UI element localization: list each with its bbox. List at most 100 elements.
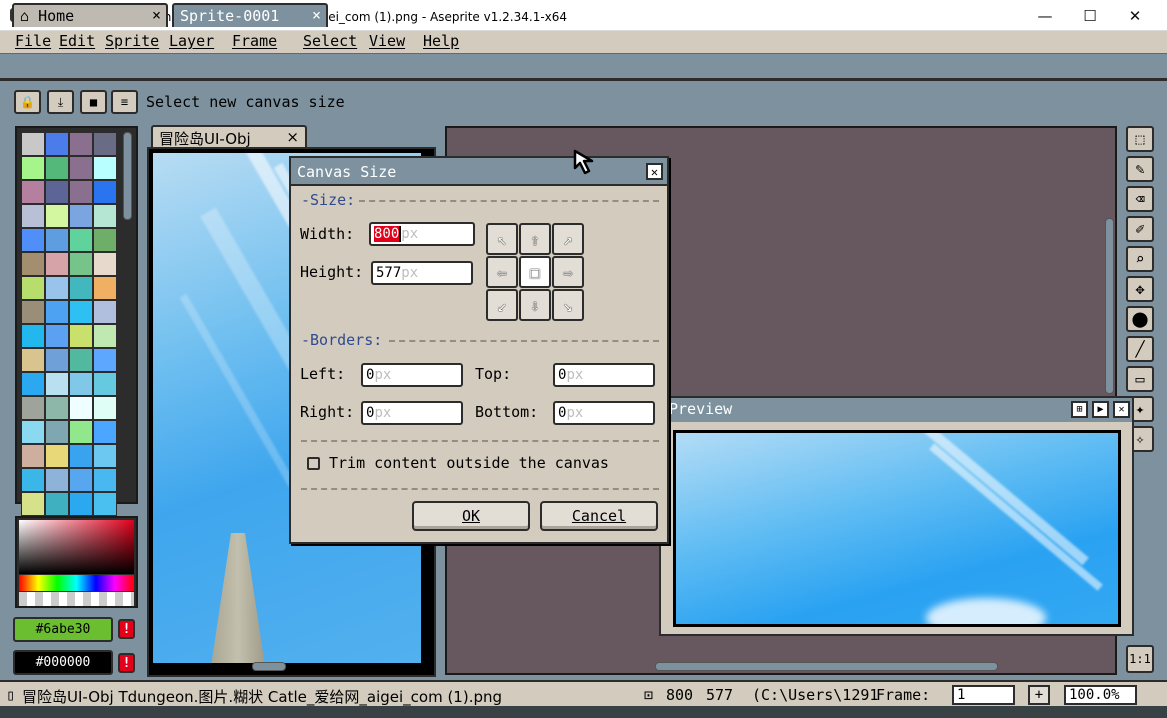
- document-tab-close-icon[interactable]: ×: [286, 128, 299, 146]
- cancel-button[interactable]: Cancel: [540, 501, 658, 531]
- eyedropper-icon[interactable]: ✐: [1126, 216, 1154, 242]
- palette-swatch[interactable]: [45, 420, 69, 444]
- menu-frame[interactable]: Frame: [232, 32, 277, 50]
- palette-swatch[interactable]: [21, 300, 45, 324]
- palette-swatch[interactable]: [93, 132, 117, 156]
- download-icon[interactable]: ⤓: [47, 90, 74, 114]
- palette-swatch[interactable]: [21, 444, 45, 468]
- left-border-field[interactable]: 0px: [361, 363, 463, 387]
- horizontal-scrollbar[interactable]: [655, 662, 998, 671]
- lock-icon[interactable]: 🔒: [14, 90, 41, 114]
- menu-view[interactable]: View: [369, 32, 405, 50]
- menu-file[interactable]: File: [15, 32, 51, 50]
- trim-label[interactable]: Trim content outside the canvas: [329, 454, 609, 472]
- move-icon[interactable]: ✥: [1126, 276, 1154, 302]
- palette-swatch[interactable]: [69, 396, 93, 420]
- palette-swatch[interactable]: [69, 372, 93, 396]
- left-editor-scrollbar[interactable]: [252, 662, 286, 671]
- palette-swatch[interactable]: [21, 396, 45, 420]
- palette-swatch[interactable]: [45, 204, 69, 228]
- palette-swatch[interactable]: [69, 132, 93, 156]
- palette-swatch[interactable]: [93, 348, 117, 372]
- preview-close-icon[interactable]: ✕: [1113, 401, 1130, 418]
- palette-swatch[interactable]: [69, 156, 93, 180]
- palette-swatch[interactable]: [21, 228, 45, 252]
- rectangle-icon[interactable]: ▭: [1126, 366, 1154, 392]
- palette-swatch[interactable]: [45, 180, 69, 204]
- palette-swatch[interactable]: [93, 468, 117, 492]
- palette-swatch[interactable]: [69, 180, 93, 204]
- foreground-color-button[interactable]: #6abe30: [13, 617, 113, 642]
- zoom-1to1-button[interactable]: 1:1: [1126, 645, 1154, 673]
- palette-swatch[interactable]: [45, 396, 69, 420]
- palette-swatch[interactable]: [69, 204, 93, 228]
- palette-swatch[interactable]: [69, 324, 93, 348]
- palette-scrollbar[interactable]: [123, 132, 132, 220]
- palette-swatch[interactable]: [45, 300, 69, 324]
- foreground-warning-icon[interactable]: !: [118, 619, 135, 639]
- tab-home-close-icon[interactable]: ×: [152, 6, 161, 24]
- tab-home[interactable]: ⌂ Home ×: [12, 3, 168, 27]
- width-field[interactable]: 800 px: [369, 222, 475, 246]
- palette-swatch[interactable]: [21, 276, 45, 300]
- menu-help[interactable]: Help: [423, 32, 459, 50]
- palette-swatch[interactable]: [93, 420, 117, 444]
- palette-swatch[interactable]: [93, 372, 117, 396]
- palette-swatch[interactable]: [45, 444, 69, 468]
- palette-swatch[interactable]: [93, 396, 117, 420]
- right-border-field[interactable]: 0px: [361, 401, 463, 425]
- palette-swatch[interactable]: [21, 252, 45, 276]
- palette-swatch[interactable]: [21, 348, 45, 372]
- palette-swatch[interactable]: [45, 228, 69, 252]
- preview-play-icon[interactable]: ▶: [1092, 401, 1109, 418]
- anchor-left-icon[interactable]: ⇦: [486, 256, 518, 288]
- top-border-field[interactable]: 0px: [553, 363, 655, 387]
- anchor-top-left-icon[interactable]: ↖: [486, 223, 518, 255]
- paint-bucket-icon[interactable]: ⬤: [1126, 306, 1154, 332]
- tab-sprite[interactable]: Sprite-0001 ×: [172, 3, 328, 27]
- anchor-top-right-icon[interactable]: ↗: [552, 223, 584, 255]
- hue-slider[interactable]: [19, 575, 134, 591]
- tab-sprite-close-icon[interactable]: ×: [312, 6, 321, 24]
- minimize-button[interactable]: —: [1022, 0, 1068, 31]
- palette-swatch[interactable]: [69, 492, 93, 516]
- palette-swatch[interactable]: [45, 276, 69, 300]
- document-tab[interactable]: 冒险岛UI-Obj ×: [151, 125, 307, 148]
- palette-swatch[interactable]: [69, 252, 93, 276]
- palette-swatch[interactable]: [21, 468, 45, 492]
- palette-swatch[interactable]: [21, 420, 45, 444]
- palette-swatch[interactable]: [93, 252, 117, 276]
- palette-swatch[interactable]: [93, 276, 117, 300]
- palette-swatch[interactable]: [21, 156, 45, 180]
- palette-swatch[interactable]: [93, 300, 117, 324]
- add-frame-button[interactable]: +: [1028, 685, 1050, 705]
- line-icon[interactable]: ╱: [1126, 336, 1154, 362]
- zoom-input[interactable]: 100.0%: [1064, 685, 1137, 705]
- palette-swatch[interactable]: [69, 444, 93, 468]
- palette-swatch[interactable]: [69, 300, 93, 324]
- palette-swatch[interactable]: [93, 324, 117, 348]
- anchor-bottom-left-icon[interactable]: ↙: [486, 289, 518, 321]
- palette-swatch[interactable]: [93, 204, 117, 228]
- anchor-center-icon[interactable]: □: [519, 256, 551, 288]
- palette-swatch[interactable]: [45, 468, 69, 492]
- anchor-top-icon[interactable]: ⇧: [519, 223, 551, 255]
- frame-input[interactable]: 1: [952, 685, 1015, 705]
- menu-icon[interactable]: ≡: [111, 90, 138, 114]
- palette-swatch[interactable]: [21, 132, 45, 156]
- menu-layer[interactable]: Layer: [169, 32, 214, 50]
- palette-swatch[interactable]: [69, 468, 93, 492]
- palette-swatch[interactable]: [21, 324, 45, 348]
- stop-icon[interactable]: ■: [80, 90, 107, 114]
- zoom-icon[interactable]: ⌕: [1126, 246, 1154, 272]
- palette-swatch[interactable]: [21, 180, 45, 204]
- dialog-titlebar[interactable]: Canvas Size ✕: [291, 158, 667, 186]
- palette-swatch[interactable]: [45, 348, 69, 372]
- rectangular-marquee-icon[interactable]: ⬚: [1126, 126, 1154, 152]
- maximize-button[interactable]: ☐: [1067, 0, 1113, 31]
- close-window-button[interactable]: ✕: [1112, 0, 1158, 31]
- palette-swatch[interactable]: [93, 444, 117, 468]
- palette-swatch[interactable]: [45, 372, 69, 396]
- palette-swatch[interactable]: [69, 348, 93, 372]
- anchor-bottom-right-icon[interactable]: ↘: [552, 289, 584, 321]
